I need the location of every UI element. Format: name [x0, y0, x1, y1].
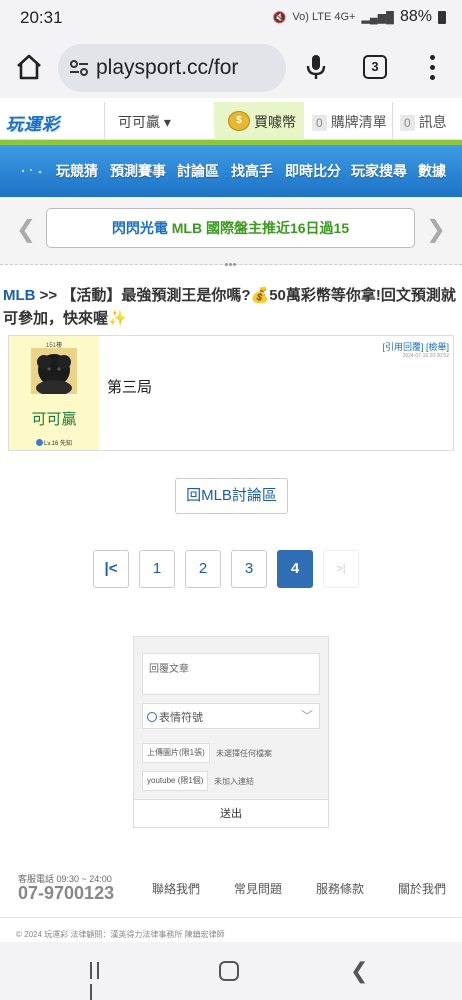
upload-image-button[interactable]: 上傳圖片(限1張) — [142, 743, 210, 763]
url-bar[interactable]: playsport.cc/for — [58, 44, 286, 92]
forum-post: 151樓 可可贏 Lv.16 先知 第三局 [引用回覆] [檢舉] 2024-0… — [8, 335, 454, 451]
pagination-first-button[interactable]: |< — [93, 550, 129, 588]
post-content: 第三局 — [107, 379, 153, 396]
buy-coin-button[interactable]: $ 買噱幣 — [214, 102, 304, 140]
banner-text: MLB 國際盤主推近16日過15 — [171, 220, 350, 236]
nav-item-guess[interactable]: 玩競猜 — [56, 161, 98, 181]
topic-title: MLB >> 【活動】最強預測王是你嗎?💰50萬彩幣等你拿!回文預測就可參加，快… — [3, 284, 459, 330]
avatar[interactable] — [31, 348, 77, 394]
footer-link-about[interactable]: 關於我們 — [398, 880, 446, 897]
service-phone[interactable]: 07-9700123 — [18, 883, 114, 904]
buy-coin-label: 買噱幣 — [254, 114, 296, 130]
reply-form: 回覆文章 表情符號 ﹀ 上傳圖片(限1張) 未選擇任何檔案 youtube (限… — [133, 636, 329, 828]
recent-apps-icon[interactable] — [90, 962, 110, 1000]
topic-category-link[interactable]: MLB — [3, 287, 36, 304]
battery-label: 88% — [399, 8, 432, 25]
url-text: playsport.cc/for — [96, 56, 239, 79]
site-footer: 客服電話 09:30 ~ 24:00 07-9700123 聯絡我們 常見問題 … — [0, 866, 462, 918]
status-indicators: 🔇 Vo) LTE 4G+ ▂▄▆█ 88% — [273, 8, 446, 26]
user-dropdown[interactable]: 可可贏 ▾ — [118, 112, 171, 132]
footer-link-terms[interactable]: 服務條款 — [316, 880, 364, 897]
report-link[interactable]: [檢舉] — [426, 342, 449, 352]
pagination-last-button: >| — [323, 550, 359, 588]
status-time: 20:31 — [20, 8, 63, 27]
nav-item-live-score[interactable]: 即時比分 — [285, 161, 341, 181]
emoji-select[interactable]: 表情符號 ﹀ — [142, 703, 320, 729]
copyright-text: © 2024 玩運彩 法律顧問：漢英得力法律事務所 陳鎮宏律師 — [16, 930, 225, 939]
nav-item-predict[interactable]: 預測賽事 — [110, 161, 166, 181]
carousel-prev-icon[interactable]: ❮ — [16, 215, 36, 244]
reply-textarea[interactable]: 回覆文章 — [142, 653, 320, 695]
topic-separator: >> — [35, 287, 62, 304]
signal-icon: ▂▄▆█ — [361, 11, 394, 24]
messages-label: 訊息 — [418, 114, 447, 130]
level-text: Lv.16 先知 — [44, 441, 72, 447]
system-nav-bar: ❮ — [0, 942, 462, 1000]
status-bar: 20:31 🔇 Vo) LTE 4G+ ▂▄▆█ 88% — [0, 0, 462, 36]
topic-title-text: 【活動】最強預測王是你嗎?💰50萬彩幣等你拿!回文預測就可參加，快來喔✨ — [3, 287, 456, 327]
announcement-carousel: ❮ 閃閃光電 MLB 國際盤主推近16日過15 ❯ — [0, 197, 462, 266]
post-actions: [引用回覆] [檢舉] — [382, 340, 449, 353]
youtube-link-button[interactable]: youtube (限1個) — [142, 771, 209, 791]
mic-icon[interactable] — [304, 53, 328, 81]
nav-item-player-search[interactable]: 玩家搜尋 — [351, 161, 407, 181]
back-to-forum-button[interactable]: 回MLB討論區 — [175, 478, 288, 514]
post-author-panel: 151樓 可可贏 Lv.16 先知 — [9, 336, 99, 450]
coin-icon: $ — [228, 111, 250, 131]
pagination-page-1[interactable]: 1 — [139, 550, 175, 588]
site-logo[interactable]: 玩運彩 — [6, 110, 60, 135]
pagination-page-4-current[interactable]: 4 — [277, 550, 313, 588]
post-timestamp: 2024-07-16 20:30:52 — [402, 353, 449, 359]
site-settings-icon[interactable] — [68, 58, 90, 78]
youtube-link-status: 未加入連結 — [214, 777, 254, 786]
network-label: Vo) LTE 4G+ — [292, 11, 356, 23]
quote-reply-link[interactable]: [引用回覆] — [382, 342, 423, 352]
announcement-banner[interactable]: 閃閃光電 MLB 國際盤主推近16日過15 — [46, 208, 415, 248]
footer-link-faq[interactable]: 常見問題 — [234, 880, 282, 897]
cart-link[interactable]: 0 購牌清單 — [312, 112, 387, 132]
home-icon[interactable] — [14, 52, 44, 82]
carousel-next-icon[interactable]: ❯ — [426, 215, 446, 244]
site-header: 玩運彩 可可贏 ▾ $ 買噱幣 0 購牌清單 0 訊息 — [0, 102, 462, 140]
pagination-page-3[interactable]: 3 — [231, 550, 267, 588]
sparkle-decoration-icon — [21, 169, 42, 174]
browser-toolbar: playsport.cc/for 3 — [0, 36, 462, 98]
messages-link[interactable]: 0 訊息 — [400, 112, 447, 132]
upload-image-status: 未選擇任何檔案 — [216, 749, 272, 758]
system-home-icon[interactable] — [219, 961, 239, 981]
nav-item-data[interactable]: 數據 — [418, 161, 446, 181]
header-divider — [104, 102, 105, 140]
carousel-dots — [225, 253, 239, 266]
cart-count: 0 — [312, 115, 327, 131]
pagination-page-2[interactable]: 2 — [185, 550, 221, 588]
chevron-down-icon: ﹀ — [300, 709, 313, 723]
submit-reply-button[interactable]: 送出 — [134, 799, 328, 827]
cart-label: 購牌清單 — [330, 114, 387, 130]
header-divider — [392, 102, 393, 140]
mute-icon: 🔇 — [272, 11, 287, 24]
smiley-icon — [147, 712, 157, 722]
emoji-label: 表情符號 — [159, 712, 203, 724]
nav-item-experts[interactable]: 找高手 — [231, 161, 273, 181]
banner-brand: 閃閃光電 — [111, 220, 168, 236]
level-badge-icon — [36, 439, 44, 446]
messages-count: 0 — [400, 115, 415, 131]
more-menu-icon[interactable] — [430, 55, 436, 81]
system-back-icon[interactable]: ❮ — [350, 958, 368, 984]
nav-item-forum[interactable]: 討論區 — [177, 161, 219, 181]
footer-link-contact[interactable]: 聯絡我們 — [152, 880, 200, 897]
post-author-name[interactable]: 可可贏 — [9, 408, 99, 429]
main-nav: 玩競猜 預測賽事 討論區 找高手 即時比分 玩家搜尋 數據 — [0, 145, 462, 197]
post-author-level: Lv.16 先知 — [9, 438, 99, 447]
tab-switcher-button[interactable]: 3 — [363, 55, 387, 79]
battery-icon — [438, 10, 446, 24]
